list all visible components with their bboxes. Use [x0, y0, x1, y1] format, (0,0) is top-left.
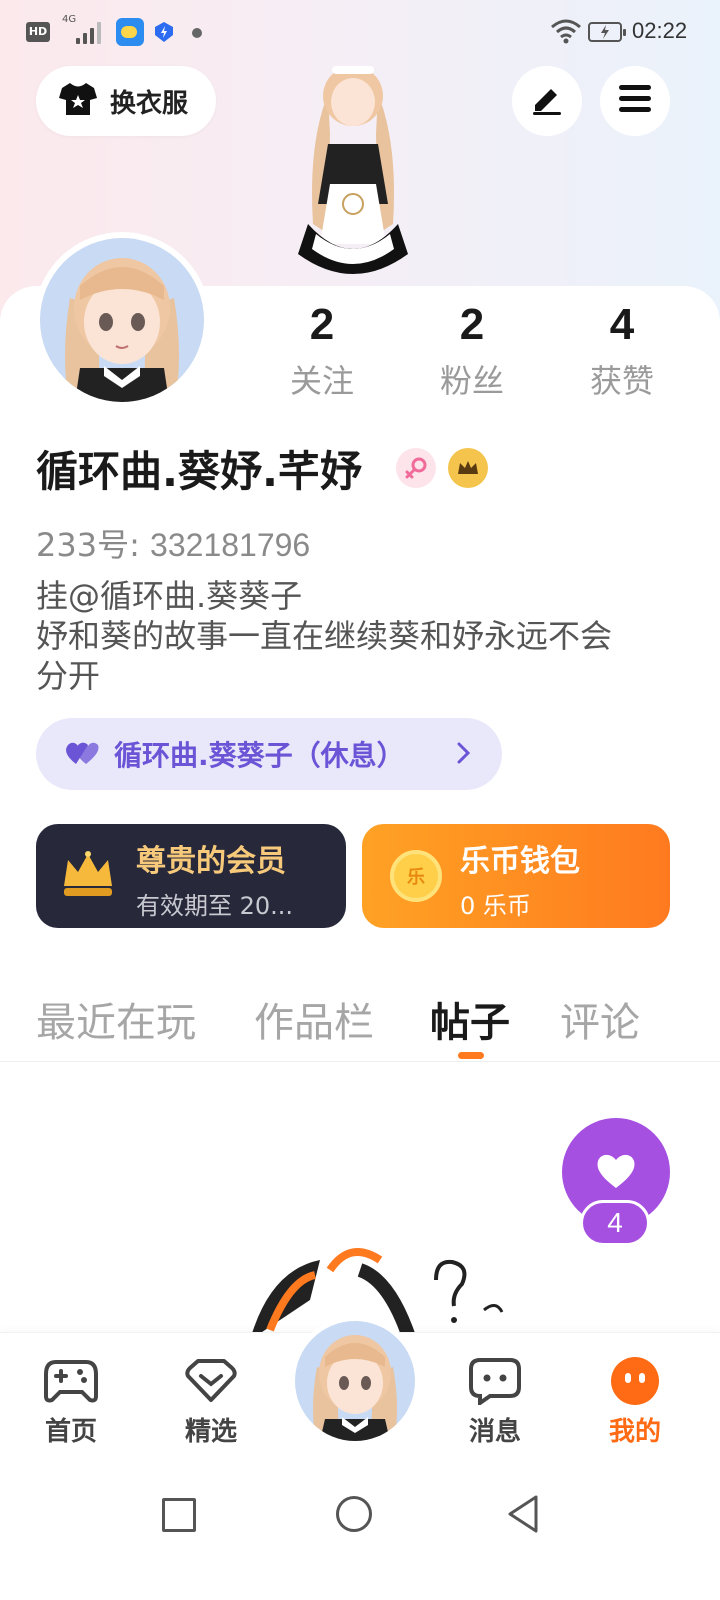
coin-wallet-card[interactable]: 乐 乐币钱包 0 乐币	[362, 824, 670, 928]
hd-indicator: HD	[26, 22, 50, 42]
following-count: 2	[309, 300, 335, 349]
likes-label: 获赞	[589, 362, 654, 400]
vip-crown-icon	[448, 448, 488, 488]
vip-title: 尊贵的会员	[136, 844, 286, 879]
likes-count: 4	[609, 300, 635, 349]
active-tab-indicator	[458, 1052, 484, 1059]
weather-app-icon	[116, 18, 144, 46]
coin-icon: 乐	[390, 850, 442, 902]
notification-dot-icon	[192, 28, 202, 38]
nav-me[interactable]: 我的	[590, 1355, 680, 1448]
nav-featured-label: 精选	[184, 1417, 237, 1447]
tab-comments[interactable]: 评论	[560, 990, 640, 1048]
following-label: 关注	[289, 362, 354, 400]
heart-diamond-icon	[183, 1355, 239, 1407]
gamepad-icon	[43, 1355, 99, 1407]
menu-icon	[617, 83, 653, 119]
gold-crown-icon	[60, 850, 116, 904]
bio-line: 分开	[36, 657, 101, 695]
edit-profile-button[interactable]	[512, 66, 582, 136]
signal-icon	[74, 18, 104, 44]
nav-messages-label: 消息	[468, 1417, 521, 1447]
username: 循环曲.葵妤.芊妤	[36, 447, 362, 496]
tab-posts[interactable]: 帖子	[430, 990, 510, 1048]
clock: 02:22	[632, 18, 688, 43]
home-circle-icon[interactable]	[336, 1496, 372, 1532]
user-id-label: 233号:	[36, 526, 140, 564]
following-stat[interactable]: 2 关注	[262, 300, 382, 402]
couple-tag-label: 循环曲.葵葵子（休息）	[114, 739, 405, 772]
shield-app-icon	[152, 20, 176, 44]
double-heart-icon	[64, 738, 100, 770]
vip-expiry: 有效期至 20...	[136, 892, 294, 920]
couple-tag-button[interactable]: 循环曲.葵葵子（休息）	[36, 718, 502, 790]
nav-featured[interactable]: 精选	[166, 1355, 256, 1448]
tshirt-icon	[58, 81, 98, 121]
face-icon	[607, 1355, 663, 1407]
tab-works[interactable]: 作品栏	[254, 990, 374, 1048]
followers-stat[interactable]: 2 粉丝	[412, 300, 532, 402]
nav-messages[interactable]: 消息	[450, 1355, 540, 1448]
followers-count: 2	[459, 300, 485, 349]
dress-up-label: 换衣服	[110, 88, 189, 119]
more-menu-button[interactable]	[600, 66, 670, 136]
recent-apps-square-icon[interactable]	[162, 1498, 196, 1532]
nav-me-label: 我的	[608, 1417, 661, 1447]
user-bio: 挂@循环曲.葵葵子 妤和葵的故事一直在继续葵和妤永远不会 分开	[36, 576, 686, 696]
user-id: 233号: 332181796	[36, 520, 310, 566]
chat-icon	[467, 1355, 523, 1407]
profile-tabs: 最近在玩 作品栏 帖子 评论	[0, 980, 720, 1062]
profile-avatar[interactable]	[34, 232, 210, 408]
vip-membership-card[interactable]: 尊贵的会员 有效期至 20...	[36, 824, 346, 928]
likes-stat[interactable]: 4 获赞	[562, 300, 682, 402]
dress-up-button[interactable]: 换衣服	[36, 66, 216, 136]
avatar-character-image[interactable]	[268, 54, 438, 294]
followers-label: 粉丝	[439, 362, 504, 400]
tab-recently-played[interactable]: 最近在玩	[36, 990, 196, 1048]
female-gender-icon	[396, 448, 436, 488]
wifi-icon	[550, 18, 582, 44]
bio-line: 妤和葵的故事一直在继续葵和妤永远不会	[36, 617, 613, 655]
system-navigation-bar	[0, 1450, 720, 1600]
bio-line: 挂@循环曲.葵葵子	[36, 577, 303, 615]
nav-center-avatar[interactable]	[290, 1316, 420, 1446]
wallet-title: 乐币钱包	[460, 844, 580, 879]
like-count-badge: 4	[580, 1200, 650, 1246]
user-id-value: 332181796	[150, 527, 311, 563]
chevron-right-icon	[456, 740, 472, 770]
back-triangle-icon[interactable]	[506, 1494, 540, 1538]
nav-home[interactable]: 首页	[26, 1355, 116, 1448]
battery-icon	[588, 22, 626, 42]
wallet-balance: 0 乐币	[460, 892, 531, 920]
heart-icon	[594, 1150, 638, 1194]
pencil-icon	[529, 81, 565, 121]
nav-home-label: 首页	[44, 1417, 97, 1447]
